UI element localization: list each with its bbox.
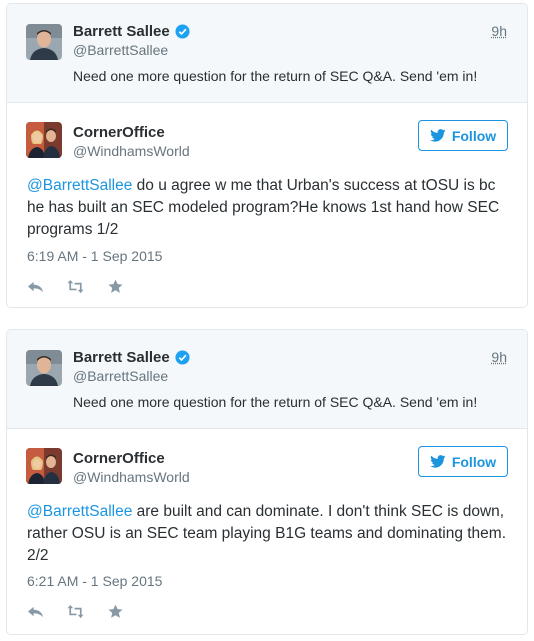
parent-tweet: Barrett Sallee @BarrettSallee 9h Need on…	[7, 330, 527, 429]
reply-icon	[28, 281, 43, 292]
tweet-text: @BarrettSallee do u agree w me that Urba…	[27, 175, 507, 241]
parent-tweet-text: Need one more question for the return of…	[73, 394, 478, 410]
mention-link[interactable]: @BarrettSallee	[27, 177, 132, 194]
favorite-star-icon	[108, 279, 123, 293]
author-handle[interactable]: @BarrettSallee	[73, 368, 168, 384]
favorite-star-icon	[108, 604, 123, 618]
follow-button[interactable]: Follow	[418, 446, 508, 477]
tweet-timestamp[interactable]: 9h	[491, 349, 507, 365]
author-name[interactable]: Barrett Sallee	[73, 349, 190, 366]
reply-button[interactable]	[27, 600, 67, 622]
retweet-icon	[67, 279, 84, 293]
verified-badge-icon	[175, 24, 190, 39]
author-name[interactable]: CornerOffice	[73, 124, 165, 141]
parent-tweet: Barrett Sallee @BarrettSallee 9h Need on…	[7, 4, 527, 103]
embedded-tweet-card: Barrett Sallee @BarrettSallee 9h Need on…	[6, 329, 528, 635]
favorite-button[interactable]	[107, 600, 147, 622]
mention-link[interactable]: @BarrettSallee	[27, 503, 132, 520]
author-name[interactable]: Barrett Sallee	[73, 23, 190, 40]
favorite-button[interactable]	[107, 275, 147, 297]
tweet-text: @BarrettSallee are built and can dominat…	[27, 501, 507, 567]
embedded-tweet-card: Barrett Sallee @BarrettSallee 9h Need on…	[6, 3, 528, 308]
twitter-bird-icon	[429, 129, 446, 142]
tweet-actions	[27, 275, 147, 297]
retweet-button[interactable]	[67, 600, 107, 622]
avatar[interactable]	[26, 350, 62, 386]
twitter-bird-icon	[429, 455, 446, 468]
reply-icon	[28, 606, 43, 617]
tweet-actions	[27, 600, 147, 622]
tweet-date[interactable]: 6:21 AM - 1 Sep 2015	[27, 573, 162, 589]
tweet-timestamp[interactable]: 9h	[491, 23, 507, 39]
reply-button[interactable]	[27, 275, 67, 297]
retweet-button[interactable]	[67, 275, 107, 297]
author-name[interactable]: CornerOffice	[73, 450, 165, 467]
author-handle[interactable]: @WindhamsWorld	[73, 469, 190, 485]
parent-tweet-text: Need one more question for the return of…	[73, 68, 478, 84]
avatar[interactable]	[26, 448, 62, 484]
tweet-date[interactable]: 6:19 AM - 1 Sep 2015	[27, 248, 162, 264]
follow-button[interactable]: Follow	[418, 120, 508, 151]
author-handle[interactable]: @WindhamsWorld	[73, 143, 190, 159]
avatar[interactable]	[26, 24, 62, 60]
verified-badge-icon	[175, 350, 190, 365]
author-handle[interactable]: @BarrettSallee	[73, 42, 168, 58]
avatar[interactable]	[26, 122, 62, 158]
retweet-icon	[67, 604, 84, 618]
